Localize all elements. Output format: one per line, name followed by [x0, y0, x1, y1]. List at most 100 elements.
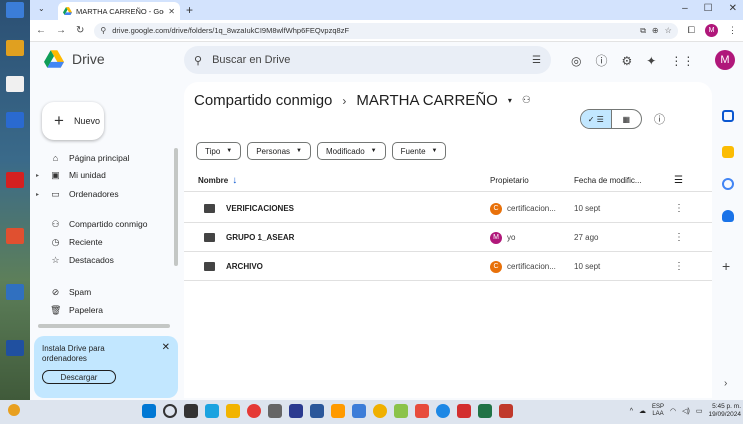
onedrive-icon[interactable]: ☁ — [639, 407, 646, 415]
shared-people-icon[interactable]: ⚇ — [522, 95, 531, 106]
close-promo-icon[interactable]: ✕ — [162, 342, 170, 353]
tray-overflow-icon[interactable]: ^ — [630, 408, 633, 415]
bookmark-star-icon[interactable]: ☆ — [665, 26, 672, 35]
word-icon[interactable] — [310, 404, 324, 418]
edge-icon[interactable] — [205, 404, 219, 418]
site-info-icon[interactable]: ⚲ — [100, 26, 106, 35]
grid-view-button[interactable]: ▦ — [610, 110, 642, 128]
clock[interactable]: 5:45 p. m. 19/09/2024 — [708, 403, 741, 419]
sidebar-item-shared-with-me[interactable]: ⚇ Compartido conmigo — [36, 216, 147, 232]
filter-modified[interactable]: Modificado ▼ — [316, 142, 386, 160]
add-addon-icon[interactable]: + — [722, 258, 730, 274]
battery-icon[interactable]: ▭ — [696, 407, 703, 415]
taskbar-app-icon[interactable] — [415, 404, 429, 418]
language-indicator[interactable]: ESP LAA — [652, 404, 664, 418]
acrobat-icon[interactable] — [457, 404, 471, 418]
sidebar-item-recent[interactable]: ◷ Reciente — [36, 234, 103, 250]
browser-menu-icon[interactable]: ⋮ — [728, 25, 737, 36]
taskbar-app-icon[interactable] — [352, 404, 366, 418]
expand-arrow-icon[interactable]: ▸ — [36, 191, 42, 198]
sidebar-item-my-drive[interactable]: ▸ ▣ Mi unidad — [36, 167, 106, 183]
desktop-shortcut[interactable] — [4, 40, 26, 66]
file-explorer-icon[interactable] — [226, 404, 240, 418]
taskbar-app-icon[interactable] — [394, 404, 408, 418]
taskbar-app-icon[interactable] — [268, 404, 282, 418]
photoshop-icon[interactable] — [289, 404, 303, 418]
taskbar-app-icon[interactable] — [373, 404, 387, 418]
tab-search-icon[interactable]: ⌄ — [38, 4, 45, 13]
desktop-shortcut[interactable] — [4, 76, 26, 102]
browser-profile-avatar[interactable]: M — [705, 24, 718, 37]
chrome-profile-icon[interactable] — [436, 404, 450, 418]
list-view-button[interactable]: ✓ ☰ — [581, 110, 611, 128]
open-in-app-icon[interactable]: ⧉ — [640, 26, 646, 36]
more-actions-icon[interactable]: ⋮ — [674, 261, 684, 272]
chrome-icon[interactable] — [247, 404, 261, 418]
excel-icon[interactable] — [478, 404, 492, 418]
offline-icon[interactable]: ◎ — [571, 54, 581, 68]
weather-icon[interactable] — [8, 404, 20, 416]
more-actions-icon[interactable]: ⋮ — [674, 232, 684, 243]
breadcrumb-parent[interactable]: Compartido conmigo — [194, 92, 332, 109]
new-tab-button[interactable]: + — [186, 3, 193, 17]
tab-close-icon[interactable]: ✕ — [168, 7, 175, 16]
table-row[interactable]: ARCHIVO Ccertificacion... 10 sept ⋮ — [184, 253, 712, 281]
more-actions-icon[interactable]: ⋮ — [674, 203, 684, 214]
back-icon[interactable]: ← — [36, 25, 46, 36]
breadcrumb-current[interactable]: MARTHA CARREÑO — [356, 92, 497, 109]
taskbar-app-icon[interactable] — [499, 404, 513, 418]
sidebar-scrollbar[interactable] — [174, 148, 178, 266]
column-owner[interactable]: Propietario — [490, 176, 529, 185]
sort-arrow-icon[interactable]: ↓ — [232, 175, 237, 186]
filter-source[interactable]: Fuente ▼ — [391, 142, 447, 160]
close-window-icon[interactable]: ✕ — [729, 3, 737, 14]
desktop-shortcut[interactable] — [4, 228, 26, 254]
zoom-icon[interactable]: ⊕ — [652, 26, 659, 35]
search-icon[interactable]: ⚲ — [194, 54, 202, 67]
browser-tab[interactable]: MARTHA CARREÑO - Google D ✕ — [58, 2, 180, 20]
gemini-icon[interactable]: ✦ — [646, 54, 656, 68]
desktop-shortcut[interactable] — [4, 2, 26, 28]
keep-icon[interactable] — [722, 146, 734, 158]
maximize-icon[interactable]: ☐ — [704, 3, 713, 14]
column-name[interactable]: Nombre ↓ — [198, 175, 237, 186]
drive-logo[interactable]: Drive — [44, 50, 105, 68]
chevron-right-icon[interactable]: › — [724, 378, 727, 389]
taskbar-search-icon[interactable] — [163, 404, 177, 418]
sidebar-item-spam[interactable]: ⊘ Spam — [36, 284, 92, 300]
expand-arrow-icon[interactable]: ▸ — [36, 172, 42, 179]
help-icon[interactable]: ⓘ — [595, 52, 607, 69]
table-row[interactable]: GRUPO 1_ASEAR Myo 27 ago ⋮ — [184, 224, 712, 252]
reload-icon[interactable]: ↻ — [76, 25, 84, 36]
address-bar[interactable]: ⚲ drive.google.com/drive/folders/1q_8wza… — [94, 22, 678, 39]
extensions-icon[interactable]: ⧠ — [688, 25, 695, 36]
account-avatar[interactable]: M — [715, 50, 735, 70]
sidebar-item-trash[interactable]: 🗑 Papelera — [36, 302, 103, 318]
download-button[interactable]: Descargar — [42, 370, 116, 384]
volume-icon[interactable]: ◁) — [682, 407, 690, 415]
details-info-icon[interactable]: ⓘ — [654, 111, 665, 127]
wifi-icon[interactable]: ◠ — [670, 407, 676, 415]
sort-options-icon[interactable]: ☰ — [674, 175, 683, 186]
calendar-icon[interactable] — [722, 110, 734, 122]
desktop-shortcut[interactable] — [4, 172, 26, 198]
task-view-icon[interactable] — [184, 404, 198, 418]
illustrator-icon[interactable] — [331, 404, 345, 418]
filter-people[interactable]: Personas ▼ — [247, 142, 311, 160]
desktop-shortcut[interactable] — [4, 284, 26, 310]
sidebar-item-home[interactable]: ⌂ Página principal — [36, 150, 130, 166]
windows-start-icon[interactable] — [142, 404, 156, 418]
contacts-icon[interactable] — [722, 210, 734, 222]
sidebar-item-computers[interactable]: ▸ ▭ Ordenadores — [36, 186, 119, 202]
search-input[interactable]: ⚲ Buscar en Drive ☰ — [184, 46, 551, 74]
column-modified[interactable]: Fecha de modific... — [574, 176, 642, 185]
minimize-icon[interactable]: – — [682, 3, 688, 14]
filter-type[interactable]: Tipo ▼ — [196, 142, 242, 160]
tune-icon[interactable]: ☰ — [532, 55, 541, 66]
desktop-shortcut[interactable] — [4, 112, 26, 138]
sidebar-item-starred[interactable]: ☆ Destacados — [36, 252, 113, 268]
desktop-shortcut[interactable] — [4, 340, 26, 366]
tasks-icon[interactable] — [722, 178, 734, 190]
forward-icon[interactable]: → — [56, 25, 66, 36]
table-row[interactable]: VERIFICACIONES Ccertificacion... 10 sept… — [184, 195, 712, 223]
